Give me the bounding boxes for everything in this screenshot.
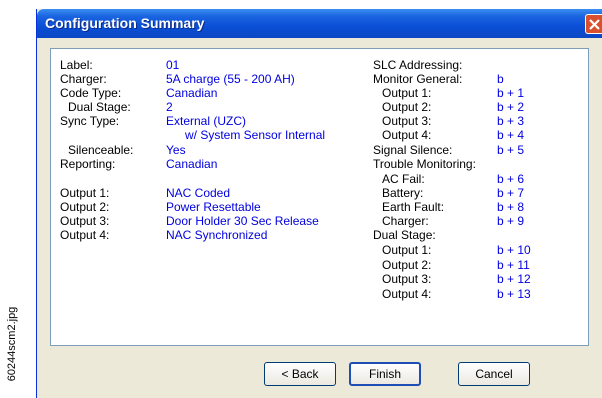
dual-stage-output-3-value: b + 12 (497, 272, 531, 286)
sync-type-value: External (UZC) (166, 114, 247, 128)
dual-stage-output-2-value: b + 11 (497, 258, 530, 272)
output-2-value: Power Resettable (166, 200, 261, 214)
monitor-general-value: b (497, 72, 504, 86)
charger-key: Charger: (60, 72, 107, 86)
slc-output-2-value: b + 2 (497, 100, 525, 114)
reporting-key: Reporting: (60, 157, 116, 171)
close-button[interactable] (585, 14, 602, 34)
output-2-key: Output 2: (60, 200, 110, 214)
configuration-summary-dialog: Configuration Summary Label: 01 Charger:… (36, 9, 602, 398)
trouble-monitoring-heading: Trouble Monitoring: (373, 157, 476, 171)
label-key: Label: (60, 58, 93, 72)
dual-stage-output-2-key: Output 2: (382, 258, 432, 272)
code-type-key: Code Type: (60, 86, 122, 100)
slc-output-1-key: Output 1: (382, 86, 432, 100)
image-filename-text: 60244scm2.jpg (6, 306, 18, 382)
image-filename-caption: 60244scm2.jpg (0, 0, 24, 398)
output-1-value: NAC Coded (166, 186, 231, 200)
silenceable-key: Silenceable: (68, 143, 134, 157)
dual-stage-output-3-key: Output 3: (382, 272, 432, 286)
battery-key: Battery: (382, 186, 424, 200)
slc-output-2-key: Output 2: (382, 100, 432, 114)
earth-fault-key: Earth Fault: (382, 200, 445, 214)
slc-output-1-value: b + 1 (497, 86, 525, 100)
slc-output-4-value: b + 4 (497, 128, 525, 142)
trouble-charger-value: b + 9 (497, 214, 525, 228)
dual-stage-key: Dual Stage: (68, 100, 131, 114)
output-3-value: Door Holder 30 Sec Release (166, 214, 319, 228)
summary-panel: Label: 01 Charger: 5A charge (55 - 200 A… (50, 48, 589, 346)
dual-stage-output-1-value: b + 10 (497, 243, 531, 257)
slc-output-4-key: Output 4: (382, 128, 432, 142)
sync-type-key: Sync Type: (60, 114, 120, 128)
label-value: 01 (166, 58, 180, 72)
monitor-general-key: Monitor General: (373, 72, 463, 86)
output-1-key: Output 1: (60, 186, 110, 200)
slc-output-3-key: Output 3: (382, 114, 432, 128)
output-4-key: Output 4: (60, 228, 110, 242)
back-button[interactable]: < Back (264, 362, 336, 386)
finish-button[interactable]: Finish (349, 362, 421, 386)
charger-value: 5A charge (55 - 200 AH) (166, 72, 295, 86)
dual-stage-value: 2 (166, 100, 173, 114)
ac-fail-key: AC Fail: (382, 172, 425, 186)
window-title: Configuration Summary (45, 15, 205, 31)
trouble-charger-key: Charger: (382, 214, 429, 228)
earth-fault-value: b + 8 (497, 200, 525, 214)
sync-type-detail: w/ System Sensor Internal (185, 128, 326, 142)
dual-stage-heading: Dual Stage: (373, 228, 436, 242)
ac-fail-value: b + 6 (497, 172, 525, 186)
dual-stage-output-4-key: Output 4: (382, 287, 432, 301)
signal-silence-value: b + 5 (497, 143, 525, 157)
title-bar[interactable]: Configuration Summary (37, 9, 602, 38)
cancel-button[interactable]: Cancel (458, 362, 530, 386)
silenceable-value: Yes (166, 143, 186, 157)
code-type-value: Canadian (166, 86, 218, 100)
output-4-value: NAC Synchronized (166, 228, 268, 242)
dual-stage-output-1-key: Output 1: (382, 243, 432, 257)
battery-value: b + 7 (497, 186, 525, 200)
dual-stage-output-4-value: b + 13 (497, 287, 531, 301)
reporting-value: Canadian (166, 157, 218, 171)
signal-silence-key: Signal Silence: (373, 143, 453, 157)
close-icon (589, 19, 600, 30)
output-3-key: Output 3: (60, 214, 110, 228)
slc-output-3-value: b + 3 (497, 114, 525, 128)
slc-addressing-heading: SLC Addressing: (373, 58, 463, 72)
